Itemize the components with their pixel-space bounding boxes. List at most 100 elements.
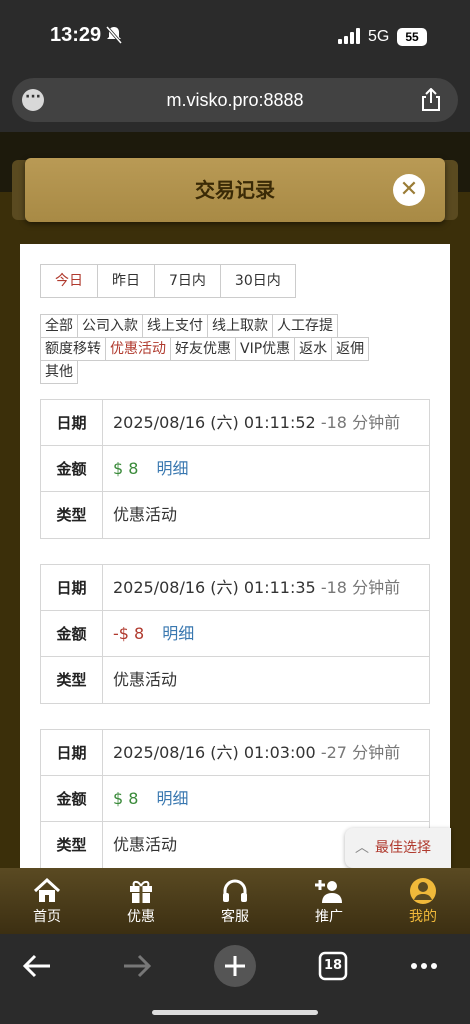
record-card: 日期 2025/08/16 (六) 01:11:52 -18 分钟前 金额 $ … [40, 399, 430, 539]
type-online-payment[interactable]: 线上支付 [142, 314, 208, 338]
record-type: 优惠活动 [113, 505, 178, 524]
record-type: 优惠活动 [113, 835, 178, 854]
type-company-deposit[interactable]: 公司入款 [77, 314, 143, 338]
browser-toolbar: 18 [0, 934, 470, 1024]
record-amount: -$ 8 [113, 624, 145, 643]
bell-muted-icon [105, 26, 123, 48]
record-card: 日期 2025/08/16 (六) 01:11:35 -18 分钟前 金额 -$… [40, 564, 430, 704]
tab-label: 首页 [33, 909, 61, 925]
type-label: 类型 [41, 657, 103, 703]
tab-referral[interactable]: 推广 [282, 868, 376, 934]
tabs-count: 18 [323, 958, 343, 973]
network-label: 5G [368, 28, 390, 45]
home-indicator [152, 1010, 318, 1015]
back-arrow-icon[interactable] [20, 944, 56, 988]
range-30-days[interactable]: 30日内 [221, 265, 295, 297]
record-date: 2025/08/16 (六) 01:03:00 -27 分钟前 [103, 730, 400, 775]
type-friend-bonus[interactable]: 好友优惠 [170, 337, 236, 361]
best-choice-button[interactable]: ︿ 最佳选择 [345, 828, 451, 868]
battery-icon: 55 [397, 28, 427, 46]
url-field[interactable]: ··· m.visko.pro:8888 [12, 78, 458, 122]
tabs-count-icon[interactable]: 18 [318, 944, 348, 988]
headset-icon [220, 876, 250, 906]
type-label: 类型 [41, 822, 103, 868]
type-all[interactable]: 全部 [40, 314, 78, 338]
record-datetime: 2025/08/16 (六) 01:11:52 [113, 413, 316, 432]
detail-link[interactable]: 明细 [162, 624, 194, 643]
record-ago: -18 分钟前 [320, 413, 401, 432]
app-tab-bar: 首页 优惠 客服 推广 我的 [0, 868, 470, 934]
range-7-days[interactable]: 7日内 [155, 265, 221, 297]
type-commission[interactable]: 返佣 [331, 337, 370, 361]
type-manual[interactable]: 人工存提 [272, 314, 338, 338]
signal-icon [338, 28, 362, 44]
home-icon [32, 876, 62, 906]
forward-arrow-icon[interactable] [118, 944, 154, 988]
amount-label: 金额 [41, 611, 103, 656]
record-type-row: 类型 优惠活动 [41, 657, 429, 703]
range-today[interactable]: 今日 [41, 265, 98, 297]
type-rebate[interactable]: 返水 [294, 337, 333, 361]
modal-header: 交易记录 ✕ [25, 158, 445, 222]
type-label: 类型 [41, 492, 103, 538]
chevron-up-icon: ︿ [355, 840, 369, 856]
date-label: 日期 [41, 400, 103, 445]
type-vip-bonus[interactable]: VIP优惠 [235, 337, 296, 361]
tab-label: 推广 [315, 909, 343, 925]
share-icon[interactable] [420, 87, 442, 112]
record-type: 优惠活动 [113, 670, 178, 689]
record-amount-cell: $ 8 明细 [103, 776, 188, 821]
record-amount: $ 8 [113, 789, 139, 808]
url-text[interactable]: m.visko.pro:8888 [12, 78, 458, 122]
record-type-row: 类型 优惠活动 [41, 492, 429, 538]
record-amount-cell: $ 8 明细 [103, 446, 188, 491]
record-amount-row: 金额 $ 8 明细 [41, 776, 429, 822]
record-ago: -18 分钟前 [320, 578, 401, 597]
type-promotion[interactable]: 优惠活动 [105, 337, 171, 361]
record-amount: $ 8 [113, 459, 139, 478]
modal-panel: 今日 昨日 7日内 30日内 全部 公司入款 线上支付 线上取款 人工存提 额度移转 优惠… [20, 244, 450, 868]
record-date: 2025/08/16 (六) 01:11:52 -18 分钟前 [103, 400, 400, 445]
record-datetime: 2025/08/16 (六) 01:11:35 [113, 578, 316, 597]
tab-support[interactable]: 客服 [188, 868, 282, 934]
tab-home[interactable]: 首页 [0, 868, 94, 934]
tab-mine[interactable]: 我的 [376, 868, 470, 934]
date-label: 日期 [41, 565, 103, 610]
tab-promotions[interactable]: 优惠 [94, 868, 188, 934]
type-other[interactable]: 其他 [40, 360, 78, 384]
status-bar: 13:29 5G 55 [0, 0, 470, 70]
type-filter: 全部 公司入款 线上支付 线上取款 人工存提 额度移转 优惠活动 好友优惠 VIP优惠 返水 返佣… [40, 314, 430, 384]
type-online-withdrawal[interactable]: 线上取款 [207, 314, 273, 338]
record-date-row: 日期 2025/08/16 (六) 01:11:52 -18 分钟前 [41, 400, 429, 446]
gift-icon [126, 876, 156, 906]
record-amount-row: 金额 -$ 8 明细 [41, 611, 429, 657]
range-yesterday[interactable]: 昨日 [98, 265, 155, 297]
record-datetime: 2025/08/16 (六) 01:03:00 [113, 743, 316, 762]
user-icon [408, 876, 438, 906]
modal-title: 交易记录 [195, 178, 275, 202]
more-icon[interactable] [406, 944, 442, 988]
type-transfer[interactable]: 额度移转 [40, 337, 106, 361]
address-bar: ··· m.visko.pro:8888 [0, 70, 470, 132]
record-date-row: 日期 2025/08/16 (六) 01:11:35 -18 分钟前 [41, 565, 429, 611]
record-ago: -27 分钟前 [320, 743, 401, 762]
tab-label: 我的 [409, 909, 437, 925]
amount-label: 金额 [41, 446, 103, 491]
close-icon[interactable]: ✕ [393, 174, 425, 206]
date-label: 日期 [41, 730, 103, 775]
record-date: 2025/08/16 (六) 01:11:35 -18 分钟前 [103, 565, 400, 610]
detail-link[interactable]: 明细 [156, 789, 188, 808]
record-amount-row: 金额 $ 8 明细 [41, 446, 429, 492]
tab-label: 客服 [221, 909, 249, 925]
record-date-row: 日期 2025/08/16 (六) 01:03:00 -27 分钟前 [41, 730, 429, 776]
new-tab-plus-icon[interactable] [212, 944, 258, 988]
detail-link[interactable]: 明细 [156, 459, 188, 478]
best-choice-label: 最佳选择 [375, 840, 431, 856]
page-content: 交易记录 ✕ 今日 昨日 7日内 30日内 全部 公司入款 线上支付 线上取款 人工存提… [0, 132, 470, 868]
amount-label: 金额 [41, 776, 103, 821]
add-user-icon [314, 876, 344, 906]
date-range-filter: 今日 昨日 7日内 30日内 [40, 264, 296, 298]
record-amount-cell: -$ 8 明细 [103, 611, 194, 656]
status-time: 13:29 [50, 24, 102, 46]
tab-label: 优惠 [127, 909, 155, 925]
